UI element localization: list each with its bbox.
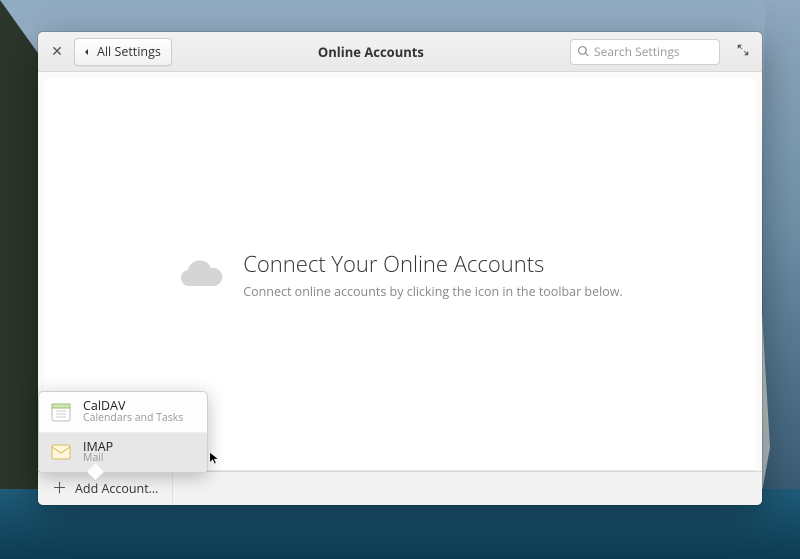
arrow-left-icon — [81, 46, 93, 58]
popover-item-subtitle: Mail — [83, 453, 113, 465]
add-account-button[interactable]: ＋ Add Account… — [38, 472, 173, 505]
mail-icon — [49, 440, 73, 464]
search-icon — [577, 45, 590, 58]
search-input[interactable] — [594, 43, 748, 60]
empty-heading: Connect Your Online Accounts — [243, 249, 623, 279]
settings-window: ✕ All Settings Online Accounts Connect Y… — [38, 32, 762, 505]
maximize-button[interactable] — [732, 41, 754, 63]
cloud-icon — [177, 250, 225, 298]
close-icon: ✕ — [51, 42, 63, 61]
add-account-label: Add Account… — [75, 480, 158, 497]
expand-icon — [736, 43, 750, 57]
footer-toolbar: ＋ Add Account… — [38, 471, 762, 505]
popover-item-caldav[interactable]: CalDAV Calendars and Tasks — [39, 392, 207, 432]
empty-subtext: Connect online accounts by clicking the … — [243, 283, 623, 300]
back-button[interactable]: All Settings — [74, 38, 172, 66]
search-field-wrap[interactable] — [570, 39, 720, 65]
popover-item-subtitle: Calendars and Tasks — [83, 413, 183, 425]
calendar-icon — [49, 400, 73, 424]
plus-icon: ＋ — [52, 481, 67, 496]
titlebar: ✕ All Settings Online Accounts — [38, 32, 762, 72]
popover-item-imap[interactable]: IMAP Mail — [39, 433, 207, 472]
account-type-popover: CalDAV Calendars and Tasks IMAP Mail — [38, 391, 208, 473]
close-button[interactable]: ✕ — [46, 41, 68, 63]
back-button-label: All Settings — [97, 43, 161, 60]
window-title: Online Accounts — [178, 43, 564, 61]
